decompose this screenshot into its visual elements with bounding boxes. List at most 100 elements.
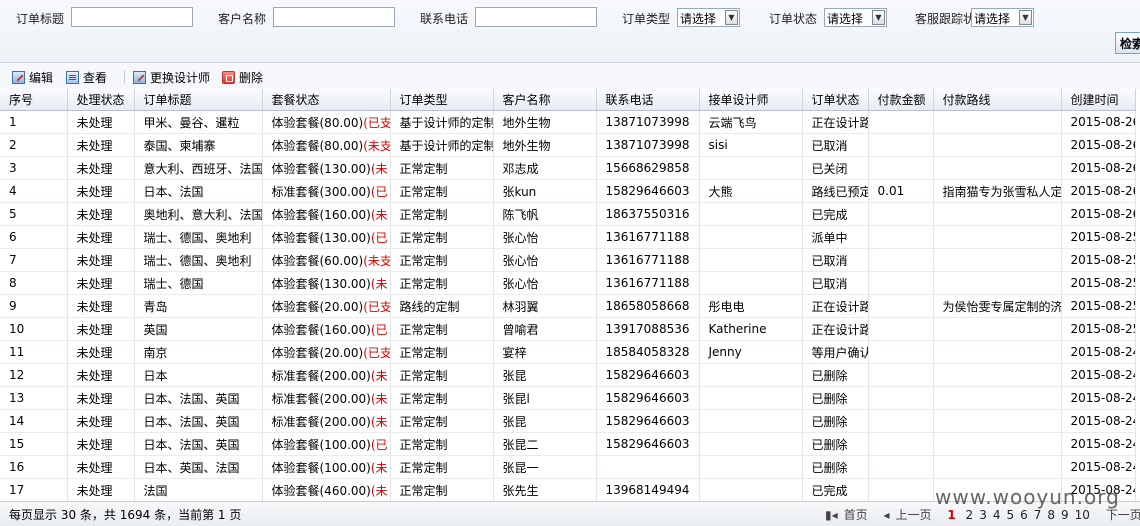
view-button[interactable]: 查看: [66, 68, 107, 86]
cell-order-type: 正常定制: [390, 432, 494, 456]
prev-page-label: 上一页: [895, 508, 932, 522]
edit-button[interactable]: 编辑: [12, 68, 53, 86]
chevron-down-icon: ▼: [1019, 10, 1032, 25]
order-status-select[interactable]: 请选择 ▼: [824, 8, 887, 27]
package-name: 体验套餐(100.00): [271, 437, 371, 452]
table-row[interactable]: 15 未处理 日本、法国、英国 体验套餐(100.00)(已 正常定制 张昆二 158296…: [0, 432, 1136, 456]
cell-order-type: 正常定制: [390, 363, 494, 387]
table-row[interactable]: 16 未处理 日本、英国、法国 体验套餐(100.00)(未 正常定制 张昆一 已删除 201…: [0, 455, 1136, 479]
cell-payment-amount: [868, 248, 934, 272]
phone-label: 联系电话: [420, 12, 469, 26]
cell-phone: 15829646603: [596, 409, 700, 433]
cell-no: 9: [0, 294, 68, 318]
first-page-link[interactable]: ▮◂ 首页: [825, 506, 874, 523]
cell-customer-name: 张昆l: [493, 386, 597, 410]
cell-designer: [699, 455, 803, 479]
page-link[interactable]: 5: [1006, 508, 1014, 522]
column-header-package-status[interactable]: 套餐状态: [262, 89, 391, 111]
cs-tracking-select[interactable]: 请选择 ▼: [971, 8, 1034, 27]
package-name: 体验套餐(460.00): [271, 483, 371, 498]
cell-designer: [699, 156, 803, 180]
page-link[interactable]: 2: [966, 508, 974, 522]
search-button[interactable]: 检索: [1115, 32, 1140, 54]
page-link[interactable]: 9: [1061, 508, 1069, 522]
cell-customer-name: 曾喻君: [493, 317, 597, 341]
column-header-order-title[interactable]: 订单标题: [134, 89, 263, 111]
column-header-order-type[interactable]: 订单类型: [390, 89, 494, 111]
cell-payment-amount: [868, 202, 934, 226]
cell-customer-name: 宴梓: [493, 340, 597, 364]
cell-payment-route: 为侯怡雯专属定制的济: [933, 294, 1062, 318]
delete-button[interactable]: 删除: [222, 68, 263, 86]
cell-package-status: 体验套餐(130.00)(已: [262, 225, 391, 249]
cell-order-status: 已删除: [802, 363, 869, 387]
cell-created-time: 2015-08-24: [1061, 455, 1136, 479]
cell-process-status: 未处理: [67, 409, 135, 433]
package-name: 体验套餐(60.00): [271, 253, 364, 268]
payment-status-badge: (未: [370, 414, 388, 429]
page-link[interactable]: 8: [1047, 508, 1055, 522]
column-header-payment-route[interactable]: 付款路线: [933, 89, 1062, 111]
cell-package-status: 体验套餐(160.00)(已: [262, 317, 391, 341]
cell-phone: 15668629858: [596, 156, 700, 180]
cell-process-status: 未处理: [67, 248, 135, 272]
page-link[interactable]: 10: [1075, 508, 1090, 522]
order-title-input[interactable]: [71, 7, 193, 27]
payment-status-badge: (未: [370, 483, 388, 498]
table-row[interactable]: 4 未处理 日本、法国 标准套餐(300.00)(已 正常定制 张kun 158296466…: [0, 179, 1136, 203]
column-header-order-status[interactable]: 订单状态: [802, 89, 869, 111]
table-row[interactable]: 3 未处理 意大利、西班牙、法国 体验套餐(130.00)(未 正常定制 邓志成 15668…: [0, 156, 1136, 180]
table-row[interactable]: 8 未处理 瑞士、德国 体验套餐(130.00)(未 正常定制 张心怡 1361677118…: [0, 271, 1136, 295]
cell-package-status: 体验套餐(60.00)(未支: [262, 248, 391, 272]
search-panel: 订单标题 客户名称 联系电话 订单类型 请选择 ▼ 订单状态 请选择 ▼ 客服跟…: [0, 0, 1140, 63]
table-row[interactable]: 13 未处理 日本、法国、英国 标准套餐(200.00)(未 正常定制 张昆l 158296…: [0, 386, 1136, 410]
cell-package-status: 体验套餐(80.00)(未支: [262, 133, 391, 157]
change-designer-button[interactable]: 更换设计师: [133, 68, 210, 86]
cell-order-status: 正在设计路: [802, 317, 869, 341]
cell-order-status: 已删除: [802, 432, 869, 456]
edit-button-label: 编辑: [29, 70, 54, 85]
page-link[interactable]: 4: [993, 508, 1001, 522]
page-link[interactable]: 6: [1020, 508, 1028, 522]
table-row[interactable]: 1 未处理 甲米、曼谷、暹粒 体验套餐(80.00)(已支 基于设计师的定制 地外生物 13…: [0, 110, 1136, 134]
table-row[interactable]: 10 未处理 英国 体验套餐(160.00)(已 正常定制 曾喻君 13917088536 K…: [0, 317, 1136, 341]
page-link[interactable]: 3: [979, 508, 987, 522]
payment-status-badge: (未: [370, 276, 388, 291]
table-row[interactable]: 9 未处理 青岛 体验套餐(20.00)(已支 路线的定制 林羽翼 18658058668 彤…: [0, 294, 1136, 318]
cell-created-time: 2015-08-24: [1061, 363, 1136, 387]
column-header-process-status[interactable]: 处理状态: [67, 89, 135, 111]
cell-package-status: 体验套餐(100.00)(已: [262, 432, 391, 456]
column-header-no[interactable]: 序号: [0, 89, 68, 111]
cell-customer-name: 张昆二: [493, 432, 597, 456]
cell-phone: 18584058328: [596, 340, 700, 364]
column-header-customer-name[interactable]: 客户名称: [493, 89, 597, 111]
cell-order-title: 南京: [134, 340, 263, 364]
column-header-payment-amount[interactable]: 付款金额: [868, 89, 934, 111]
order-type-select[interactable]: 请选择 ▼: [677, 8, 740, 27]
column-header-created-time[interactable]: 创建时间: [1061, 89, 1136, 111]
prev-page-link[interactable]: ◂ 上一页: [883, 506, 937, 523]
table-row[interactable]: 6 未处理 瑞士、德国、奥地利 体验套餐(130.00)(已 正常定制 张心怡 136167…: [0, 225, 1136, 249]
cell-order-status: 已删除: [802, 455, 869, 479]
customer-name-input[interactable]: [273, 7, 395, 27]
table-row[interactable]: 11 未处理 南京 体验套餐(20.00)(已支 正常定制 宴梓 18584058328 Je…: [0, 340, 1136, 364]
table-row[interactable]: 14 未处理 日本、法国、英国 标准套餐(200.00)(未 正常定制 张昆 1582964…: [0, 409, 1136, 433]
cell-phone: 13968149494: [596, 478, 700, 501]
cell-package-status: 体验套餐(20.00)(已支: [262, 294, 391, 318]
cell-designer: Jenny: [699, 340, 803, 364]
cell-order-title: 瑞士、德国: [134, 271, 263, 295]
cell-order-type: 正常定制: [390, 478, 494, 501]
cell-customer-name: 张心怡: [493, 271, 597, 295]
column-header-phone[interactable]: 联系电话: [596, 89, 700, 111]
table-row[interactable]: 12 未处理 日本 标准套餐(200.00)(未 正常定制 张昆 15829646603 已删…: [0, 363, 1136, 387]
table-row[interactable]: 7 未处理 瑞士、德国、奥地利 体验套餐(60.00)(未支 正常定制 张心怡 136167…: [0, 248, 1136, 272]
cell-designer: [699, 248, 803, 272]
table-row[interactable]: 2 未处理 泰国、柬埔寨 体验套餐(80.00)(未支 基于设计师的定制 地外生物 1387…: [0, 133, 1136, 157]
page-link[interactable]: 7: [1034, 508, 1042, 522]
cell-payment-amount: 0.01: [868, 179, 934, 203]
table-row[interactable]: 5 未处理 奥地利、意大利、法国 体验套餐(160.00)(未 正常定制 陈飞帆 18637…: [0, 202, 1136, 226]
package-name: 体验套餐(160.00): [271, 207, 371, 222]
first-page-label: 首页: [843, 508, 868, 522]
phone-input[interactable]: [475, 7, 597, 27]
column-header-designer[interactable]: 接单设计师: [699, 89, 803, 111]
